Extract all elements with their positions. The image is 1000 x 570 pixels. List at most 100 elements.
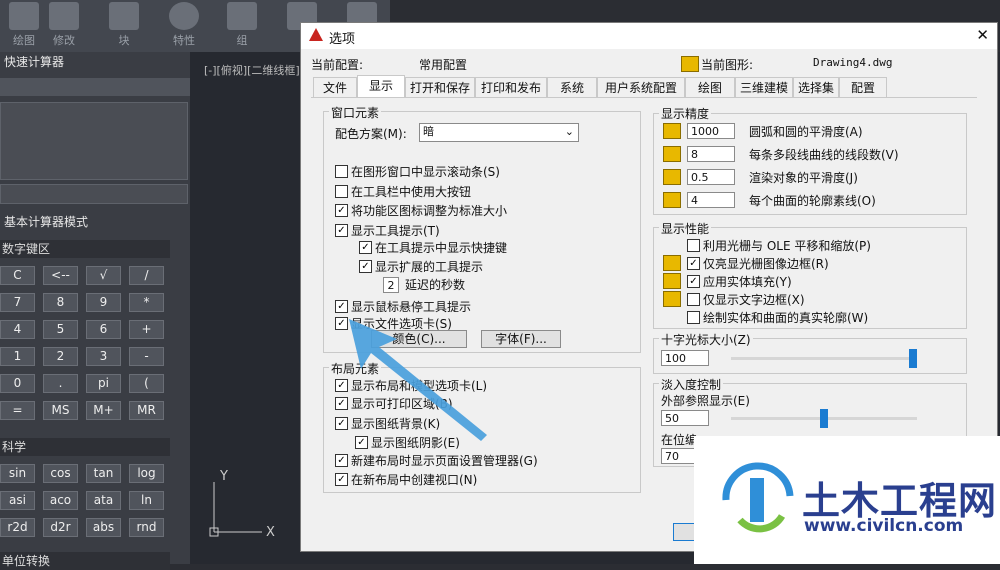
- resolution-icon: [663, 192, 681, 208]
- numpad-key[interactable]: (: [129, 374, 164, 393]
- tab-item[interactable]: 用户系统配置: [597, 77, 685, 98]
- resolution-input[interactable]: 0.5: [687, 169, 735, 185]
- performance-option-checkbox[interactable]: [687, 311, 700, 324]
- layout-option-checkbox[interactable]: ✓: [335, 473, 348, 486]
- numpad-key[interactable]: MR: [129, 401, 164, 420]
- window-option-checkbox[interactable]: ✓: [335, 224, 348, 237]
- window-option-checkbox[interactable]: ✓: [335, 300, 348, 313]
- viewport-label[interactable]: [-][俯视][二维线框]: [204, 62, 300, 78]
- numpad-key[interactable]: MS: [43, 401, 78, 420]
- performance-option-checkbox[interactable]: ✓: [687, 275, 700, 288]
- numpad-key[interactable]: 0: [0, 374, 35, 393]
- resolution-icon: [663, 146, 681, 162]
- ucs-icon: YX: [209, 469, 275, 540]
- xref-fade-slider-thumb[interactable]: [820, 409, 828, 428]
- performance-option-label: 绘制实体和曲面的真实轮廓(W): [703, 311, 869, 325]
- close-icon[interactable]: ✕: [976, 26, 989, 44]
- science-section-title[interactable]: 科学: [0, 438, 170, 456]
- science-key[interactable]: r2d: [0, 518, 35, 537]
- tab-item[interactable]: 打印和发布: [475, 77, 547, 98]
- tab-item[interactable]: 系统: [547, 77, 597, 98]
- science-key[interactable]: asi: [0, 491, 35, 510]
- performance-option-checkbox[interactable]: ✓: [687, 257, 700, 270]
- numpad-key[interactable]: 8: [43, 293, 78, 312]
- numpad-key[interactable]: 1: [0, 347, 35, 366]
- resolution-icon: [663, 123, 681, 139]
- tooltip-delay-input[interactable]: 2: [383, 277, 399, 293]
- numpad-section-title[interactable]: 数字键区: [0, 240, 170, 258]
- science-key[interactable]: rnd: [129, 518, 164, 537]
- tab-item[interactable]: 显示: [357, 75, 405, 98]
- science-key[interactable]: sin: [0, 464, 35, 483]
- xref-fade-input[interactable]: 50: [661, 410, 709, 426]
- numpad-key[interactable]: 7: [0, 293, 35, 312]
- ribbon-properties-button[interactable]: 特性: [160, 0, 208, 52]
- science-key[interactable]: d2r: [43, 518, 78, 537]
- tab-item[interactable]: 选择集: [793, 77, 839, 98]
- window-option-label: 在工具栏中使用大按钮: [351, 185, 472, 199]
- window-option-label: 显示工具提示(T): [351, 224, 440, 238]
- numpad-key[interactable]: .: [43, 374, 78, 393]
- science-key[interactable]: ln: [129, 491, 164, 510]
- resolution-input[interactable]: 8: [687, 146, 735, 162]
- display-performance-title: 显示性能: [659, 220, 712, 237]
- numpad-key[interactable]: 5: [43, 320, 78, 339]
- performance-icon: [663, 273, 681, 289]
- numpad-key[interactable]: -: [129, 347, 164, 366]
- science-key[interactable]: tan: [86, 464, 121, 483]
- numpad-key[interactable]: 6: [86, 320, 121, 339]
- science-key[interactable]: log: [129, 464, 164, 483]
- numpad-key[interactable]: 9: [86, 293, 121, 312]
- fade-control-title: 淡入度控制: [659, 376, 724, 393]
- performance-icon: [663, 255, 681, 271]
- xref-fade-slider[interactable]: [731, 409, 917, 428]
- window-option-checkbox[interactable]: ✓: [335, 204, 348, 217]
- display-resolution-title: 显示精度: [659, 105, 712, 122]
- tab-item[interactable]: 打开和保存: [405, 77, 475, 98]
- science-key[interactable]: abs: [86, 518, 121, 537]
- window-option-checkbox[interactable]: [335, 165, 348, 178]
- svg-text:Y: Y: [219, 469, 228, 484]
- tab-item[interactable]: 三维建模: [735, 77, 793, 98]
- resolution-input[interactable]: 4: [687, 192, 735, 208]
- svg-text:X: X: [266, 525, 275, 540]
- numpad-key[interactable]: *: [129, 293, 164, 312]
- current-drawing-label: 当前图形:: [701, 58, 754, 72]
- numpad-key[interactable]: pi: [86, 374, 121, 393]
- window-option-checkbox[interactable]: ✓: [359, 260, 372, 273]
- performance-option-checkbox[interactable]: [687, 293, 700, 306]
- numpad-key[interactable]: /: [129, 266, 164, 285]
- numpad-key[interactable]: <--: [43, 266, 78, 285]
- science-key[interactable]: ata: [86, 491, 121, 510]
- quickcalc-input[interactable]: [0, 184, 188, 204]
- civilcn-logo-icon: [722, 462, 794, 533]
- resolution-input[interactable]: 1000: [687, 123, 735, 139]
- window-option-checkbox[interactable]: ✓: [359, 241, 372, 254]
- science-key[interactable]: aco: [43, 491, 78, 510]
- ribbon-group-button[interactable]: 组: [218, 0, 266, 52]
- color-scheme-select[interactable]: 暗 ⌄: [419, 123, 579, 142]
- numpad-key[interactable]: 2: [43, 347, 78, 366]
- numpad-key[interactable]: +: [129, 320, 164, 339]
- crosshair-slider[interactable]: [731, 349, 917, 368]
- crosshair-size-input[interactable]: 100: [661, 350, 709, 366]
- ribbon-modify-button[interactable]: 修改: [40, 0, 88, 52]
- numpad-key[interactable]: M+: [86, 401, 121, 420]
- quickcalc-toolbar[interactable]: [0, 78, 190, 96]
- crosshair-slider-thumb[interactable]: [909, 349, 917, 368]
- numpad-key[interactable]: 3: [86, 347, 121, 366]
- science-key[interactable]: cos: [43, 464, 78, 483]
- dialog-titlebar[interactable]: 选项 ✕: [301, 23, 997, 49]
- unit-section-title[interactable]: 单位转换: [0, 552, 170, 570]
- ribbon-block-button[interactable]: 块: [100, 0, 148, 52]
- performance-option-checkbox[interactable]: [687, 239, 700, 252]
- numpad-key[interactable]: =: [0, 401, 35, 420]
- numpad-key[interactable]: C: [0, 266, 35, 285]
- tab-item[interactable]: 配置: [839, 77, 887, 98]
- numpad-key[interactable]: 4: [0, 320, 35, 339]
- tab-item[interactable]: 绘图: [685, 77, 735, 98]
- tab-item[interactable]: 文件: [313, 77, 357, 98]
- window-option-checkbox[interactable]: [335, 185, 348, 198]
- layout-option-checkbox[interactable]: ✓: [335, 454, 348, 467]
- numpad-key[interactable]: √: [86, 266, 121, 285]
